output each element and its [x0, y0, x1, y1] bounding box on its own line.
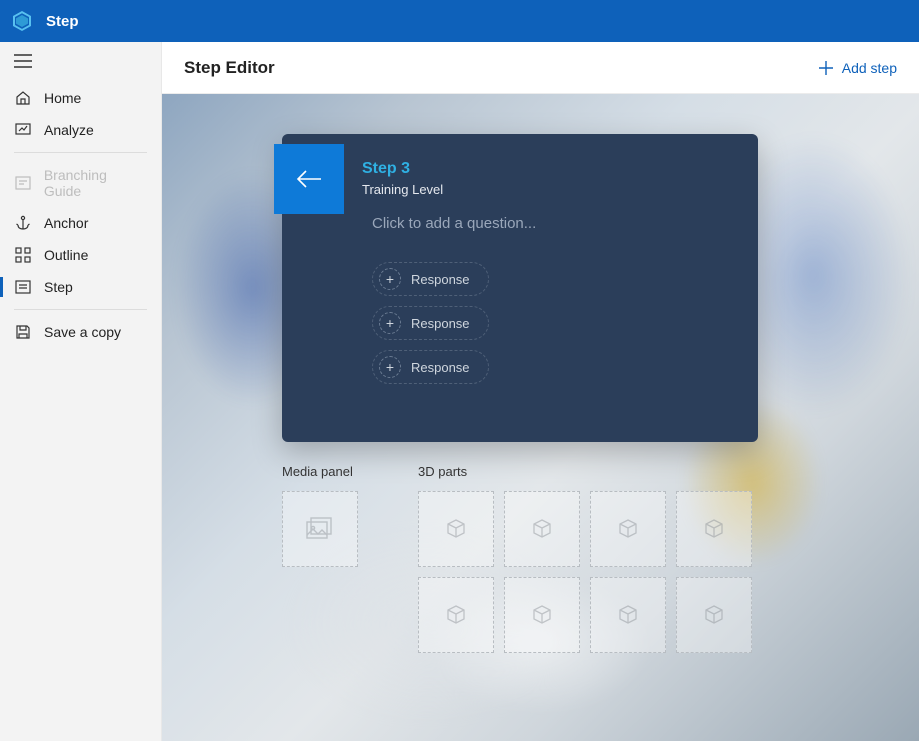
response-label: Response: [411, 272, 470, 287]
part-slot[interactable]: [504, 491, 580, 567]
media-panel: Media panel: [282, 464, 358, 653]
home-icon: [14, 90, 32, 106]
plus-icon: +: [379, 268, 401, 290]
step-subtitle: Training Level: [362, 182, 443, 197]
cube-icon: [617, 518, 639, 540]
parts-panel: 3D parts: [418, 464, 752, 653]
add-response-button[interactable]: + Response: [372, 306, 489, 340]
cube-icon: [445, 604, 467, 626]
sidebar-item-label: Anchor: [44, 215, 88, 231]
cube-icon: [617, 604, 639, 626]
sidebar-item-label: Branching Guide: [44, 167, 147, 199]
back-button[interactable]: [274, 144, 344, 214]
cube-icon: [531, 518, 553, 540]
add-response-button[interactable]: + Response: [372, 262, 489, 296]
sidebar-item-branching-guide: Branching Guide: [0, 159, 161, 207]
sidebar-item-home[interactable]: Home: [0, 82, 161, 114]
part-slot[interactable]: [590, 577, 666, 653]
outline-icon: [14, 247, 32, 263]
sidebar-item-label: Save a copy: [44, 324, 121, 340]
part-slot[interactable]: [676, 577, 752, 653]
sidebar-item-step[interactable]: Step: [0, 271, 161, 303]
media-panel-label: Media panel: [282, 464, 358, 479]
arrow-left-icon: [296, 169, 322, 189]
divider: [14, 309, 147, 310]
divider: [14, 152, 147, 153]
media-slot[interactable]: [282, 491, 358, 567]
editor-canvas: Step 3 Training Level Click to add a que…: [162, 94, 919, 741]
image-icon: [306, 517, 334, 541]
analyze-icon: [14, 122, 32, 138]
sidebar: Home Analyze Branching Guide Anchor: [0, 42, 162, 741]
app-title: Step: [46, 13, 79, 30]
sidebar-item-label: Home: [44, 90, 81, 106]
cube-icon: [703, 604, 725, 626]
sidebar-item-label: Outline: [44, 247, 88, 263]
sidebar-item-anchor[interactable]: Anchor: [0, 207, 161, 239]
step-title: Step 3: [362, 160, 443, 178]
plus-icon: +: [379, 312, 401, 334]
sidebar-item-analyze[interactable]: Analyze: [0, 114, 161, 146]
cube-icon: [531, 604, 553, 626]
plus-icon: +: [379, 356, 401, 378]
toolbar: Step Editor Add step: [162, 42, 919, 94]
cube-icon: [703, 518, 725, 540]
sidebar-item-label: Analyze: [44, 122, 94, 138]
step-card: Step 3 Training Level Click to add a que…: [282, 134, 758, 442]
response-label: Response: [411, 360, 470, 375]
part-slot[interactable]: [590, 491, 666, 567]
part-slot[interactable]: [676, 491, 752, 567]
content: Step Editor Add step Step 3 Training Lev…: [162, 42, 919, 741]
titlebar: Step: [0, 0, 919, 42]
sidebar-item-save-copy[interactable]: Save a copy: [0, 316, 161, 348]
step-icon: [14, 279, 32, 295]
sidebar-item-outline[interactable]: Outline: [0, 239, 161, 271]
save-icon: [14, 324, 32, 340]
anchor-icon: [14, 215, 32, 231]
add-response-button[interactable]: + Response: [372, 350, 489, 384]
part-slot[interactable]: [418, 577, 494, 653]
hamburger-button[interactable]: [0, 54, 161, 82]
app-logo-icon: [10, 9, 34, 33]
guide-icon: [14, 175, 32, 191]
part-slot[interactable]: [504, 577, 580, 653]
part-slot[interactable]: [418, 491, 494, 567]
page-title: Step Editor: [184, 58, 275, 78]
sidebar-item-label: Step: [44, 279, 73, 295]
response-label: Response: [411, 316, 470, 331]
plus-icon: [818, 60, 834, 76]
add-step-label: Add step: [842, 60, 897, 76]
add-step-button[interactable]: Add step: [818, 60, 897, 76]
parts-panel-label: 3D parts: [418, 464, 752, 479]
cube-icon: [445, 518, 467, 540]
question-input[interactable]: Click to add a question...: [282, 197, 758, 232]
